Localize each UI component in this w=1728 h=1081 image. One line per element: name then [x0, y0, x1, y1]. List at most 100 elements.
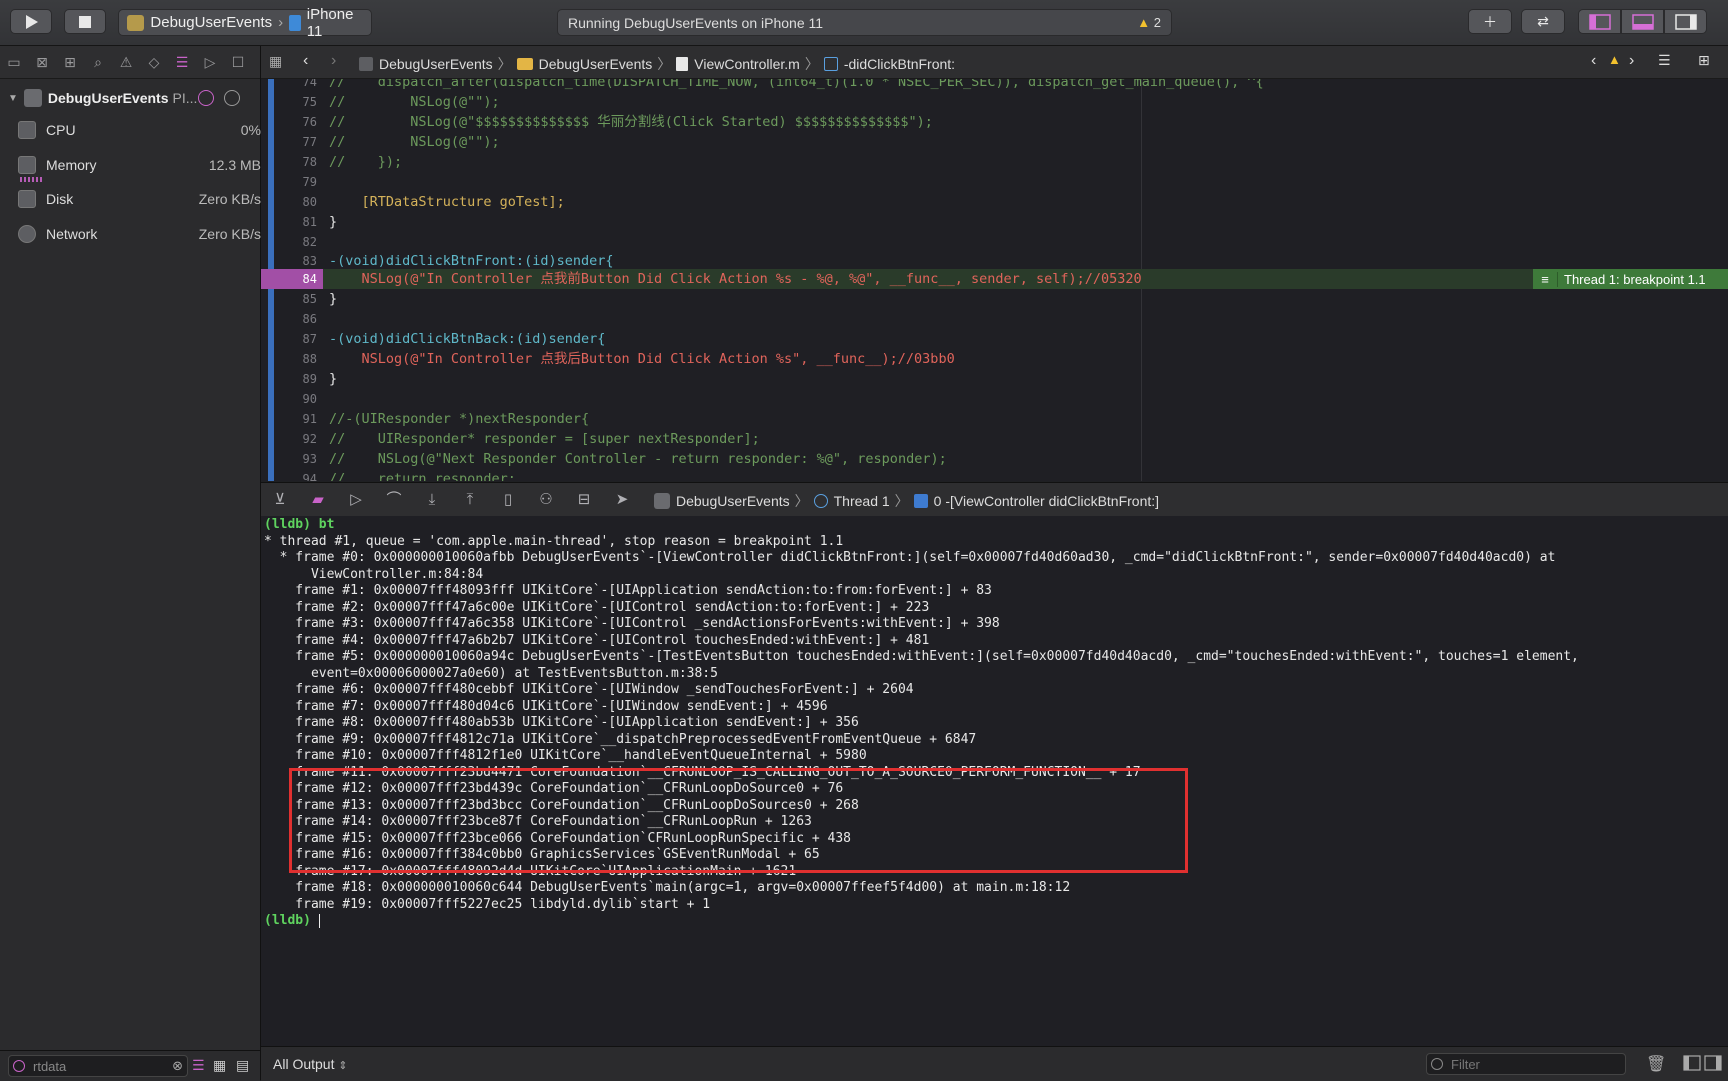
process-name: DebugUserEvents: [47, 90, 169, 106]
breakpoint-label: Thread 1: breakpoint 1.1: [1564, 271, 1706, 287]
chevron-right-icon: 〉: [497, 56, 512, 72]
pause-circle-icon[interactable]: [224, 90, 240, 106]
test-icon[interactable]: ◇: [146, 54, 162, 70]
forward-arrow-icon[interactable]: ›: [331, 52, 336, 70]
toggle-debug-area-button[interactable]: [1621, 9, 1664, 34]
console-line: event=0x00006000027a0e60) at TestEventsB…: [264, 665, 718, 681]
process-row[interactable]: ▼ DebugUserEvents PI...: [0, 86, 260, 110]
code-line: 79: [261, 172, 1728, 192]
toggle-inspector-button[interactable]: [1664, 9, 1707, 34]
related-items-icon[interactable]: ▦: [269, 53, 282, 70]
gauge-circle-icon[interactable]: [198, 90, 214, 106]
swap-arrows-icon: ⇄: [1537, 13, 1549, 29]
gauge-label: CPU: [46, 122, 76, 138]
editor-options-icon[interactable]: ☰: [1658, 52, 1671, 69]
memory-graph-icon[interactable]: ⚇: [537, 491, 555, 509]
console-line: frame #9: 0x00007fff4812c71a UIKitCore`_…: [264, 731, 977, 747]
project-icon: [359, 57, 373, 71]
view-hierarchy-icon[interactable]: ▯: [499, 491, 517, 509]
variables-view-icon[interactable]: [1683, 1055, 1701, 1071]
filter-option-2-icon[interactable]: ▦: [213, 1057, 226, 1074]
source-control-icon[interactable]: ⊠: [34, 54, 50, 70]
folder-icon[interactable]: ▭: [6, 54, 22, 70]
console-line: (lldb): [264, 913, 320, 930]
simulate-location-icon[interactable]: ➤: [613, 491, 631, 509]
environment-overrides-icon[interactable]: ⊟: [575, 491, 593, 509]
back-arrow-icon[interactable]: ‹: [303, 52, 308, 70]
search-icon[interactable]: ⌕: [90, 54, 106, 70]
step-into-icon[interactable]: ⤓: [423, 491, 441, 509]
line-number: 76: [302, 115, 317, 129]
run-button[interactable]: [10, 9, 52, 34]
line-number: 79: [302, 175, 317, 189]
line-number: 91: [302, 412, 317, 426]
gauge-memory[interactable]: Memory 12.3 MB: [18, 150, 263, 180]
warning-indicator[interactable]: ▲ 2: [1137, 15, 1161, 30]
library-button[interactable]: ＋: [1468, 9, 1512, 34]
step-out-icon[interactable]: ⤒: [461, 491, 479, 509]
trash-icon[interactable]: 🗑: [1646, 1054, 1666, 1074]
gauge-disk[interactable]: Disk Zero KB/s: [18, 184, 263, 214]
continue-icon[interactable]: ▷: [347, 491, 365, 509]
clear-icon[interactable]: ⊗: [172, 1058, 183, 1074]
process-icon: [654, 493, 670, 509]
output-selector[interactable]: All Output ⇕: [273, 1056, 348, 1072]
code-line: 78 // });: [261, 152, 1728, 172]
console-view-icon[interactable]: [1704, 1055, 1722, 1071]
breadcrumb-frame[interactable]: 0 -[ViewController didClickBtnFront:]: [934, 493, 1159, 509]
line-number: 75: [302, 95, 317, 109]
filter-option-1-icon[interactable]: ☰: [192, 1057, 205, 1074]
chevron-right-icon: 〉: [804, 56, 819, 72]
navigator-filter-field[interactable]: rtdata ⊗: [8, 1055, 188, 1077]
next-issue-icon[interactable]: ›: [1629, 52, 1634, 70]
chevron-right-icon: ›: [278, 14, 284, 31]
memory-icon: [18, 156, 36, 174]
breadcrumb-file[interactable]: ViewController.m: [694, 56, 800, 72]
breakpoints-toggle-icon[interactable]: ▰: [309, 491, 327, 509]
disclosure-triangle-icon[interactable]: ▼: [8, 93, 18, 104]
chevron-right-icon: 〉: [894, 493, 909, 509]
code-line: 91 //-(UIResponder *)nextResponder{: [261, 409, 1728, 429]
code-line: 85}: [261, 289, 1728, 309]
step-over-icon[interactable]: ⌒: [385, 491, 403, 509]
warning-icon[interactable]: ▲: [1608, 52, 1621, 67]
gauge-label: Memory: [46, 157, 97, 173]
code-review-button[interactable]: ⇄: [1521, 9, 1565, 34]
stop-button[interactable]: [64, 9, 106, 34]
code-line: 93 // NSLog(@"Next Responder Controller -…: [261, 449, 1728, 469]
code-line: 86: [261, 309, 1728, 329]
chevron-right-icon: 〉: [657, 56, 672, 72]
issue-icon[interactable]: ⚠: [118, 54, 134, 70]
scheme-selector[interactable]: DebugUserEvents › iPhone 11: [118, 6, 372, 40]
report-icon[interactable]: ☐: [230, 54, 246, 70]
gauge-cpu[interactable]: CPU 0%: [18, 115, 263, 145]
toggle-navigator-button[interactable]: [1578, 9, 1621, 34]
output-selector-label: All Output: [273, 1056, 335, 1072]
code-text: NSLog(@"In Controller 点我前Button Did Clic…: [329, 271, 1142, 287]
filter-option-3-icon[interactable]: ▤: [236, 1057, 249, 1074]
breadcrumb-group[interactable]: DebugUserEvents: [539, 56, 653, 72]
process-icon: [23, 89, 42, 107]
source-editor[interactable]: 74 // dispatch_after(dispatch_time(DISPAT…: [261, 79, 1728, 481]
breakpoint-annotation[interactable]: ≡ Thread 1: breakpoint 1.1: [1533, 269, 1728, 289]
code-text: -(void)didClickBtnBack:(id)sender{: [329, 331, 606, 347]
console-line: frame #10: 0x00007fff4812f1e0 UIKitCore`…: [264, 748, 867, 763]
breadcrumb-project[interactable]: DebugUserEvents: [379, 56, 493, 72]
hide-debug-area-icon[interactable]: ⊻: [271, 491, 289, 509]
gauge-network[interactable]: Network Zero KB/s: [18, 219, 263, 249]
code-line: 75 // NSLog(@"");: [261, 92, 1728, 112]
previous-issue-icon[interactable]: ‹: [1591, 52, 1596, 70]
console-line: frame #1: 0x00007fff48093fff UIKitCore`-…: [264, 583, 992, 598]
breakpoint-icon[interactable]: ▷: [202, 54, 218, 70]
breadcrumb-thread[interactable]: Thread 1: [834, 493, 890, 509]
debug-icon[interactable]: ☰: [174, 54, 190, 70]
breadcrumb-method[interactable]: -didClickBtnFront:: [844, 56, 955, 72]
console-filter-field[interactable]: Filter: [1426, 1053, 1626, 1075]
line-number: 88: [302, 352, 317, 366]
disk-icon: [18, 190, 36, 208]
symbol-icon[interactable]: ⊞: [62, 54, 78, 70]
split-editor-icon[interactable]: ⊞: [1698, 52, 1710, 69]
console-line: (lldb) bt: [264, 517, 334, 534]
breadcrumb-process[interactable]: DebugUserEvents: [676, 493, 790, 509]
filter-icon: [1431, 1058, 1443, 1070]
